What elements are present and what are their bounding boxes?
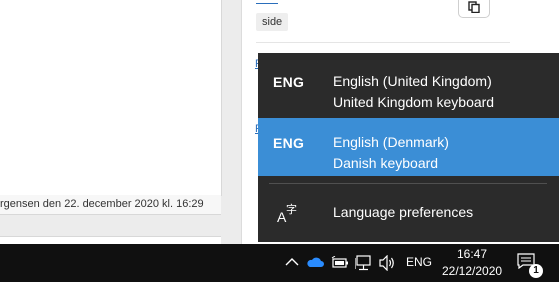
language-preferences-link[interactable]: A 字 Language preferences	[258, 192, 559, 232]
language-preferences-label: Language preferences	[333, 204, 474, 220]
flyout-divider	[269, 183, 547, 184]
language-item-english-denmark[interactable]: ENG English (Denmark) Danish keyboard	[258, 118, 559, 176]
post-meta-text: rgensen den 22. december 2020 kl. 16:29	[0, 198, 204, 210]
keyboard-name: United Kingdom keyboard	[333, 94, 495, 110]
post-meta: rgensen den 22. december 2020 kl. 16:29	[0, 195, 221, 215]
language-item-english-uk[interactable]: ENG English (United Kingdom) United King…	[258, 57, 559, 115]
top-link[interactable]	[256, 0, 278, 4]
taskbar: ENG 16:47 22/12/2020 1	[0, 244, 559, 282]
language-settings-icon: A 字	[277, 202, 297, 224]
language-code: ENG	[273, 74, 305, 90]
language-code: ENG	[273, 135, 305, 151]
volume-icon[interactable]	[379, 255, 397, 271]
chevron-up-icon[interactable]	[285, 257, 299, 267]
clock-date: 22/12/2020	[442, 264, 503, 278]
svg-text:字: 字	[286, 202, 297, 216]
language-name: English (United Kingdom)	[333, 73, 492, 89]
onedrive-cloud-icon[interactable]	[306, 256, 324, 268]
copy-button[interactable]	[458, 0, 490, 18]
tag-chip[interactable]: side	[256, 13, 289, 31]
language-name: English (Denmark)	[333, 134, 449, 150]
copy-icon	[468, 1, 480, 13]
notification-count-badge: 1	[529, 264, 543, 278]
clock-time: 16:47	[456, 247, 488, 261]
language-flyout: ENG English (United Kingdom) United King…	[258, 53, 559, 242]
network-icon[interactable]	[355, 255, 373, 271]
keyboard-name: Danish keyboard	[333, 155, 439, 171]
page-left-panel	[0, 0, 222, 196]
content-divider	[256, 42, 510, 43]
battery-icon[interactable]	[331, 256, 349, 270]
input-language-indicator[interactable]: ENG	[406, 255, 432, 269]
